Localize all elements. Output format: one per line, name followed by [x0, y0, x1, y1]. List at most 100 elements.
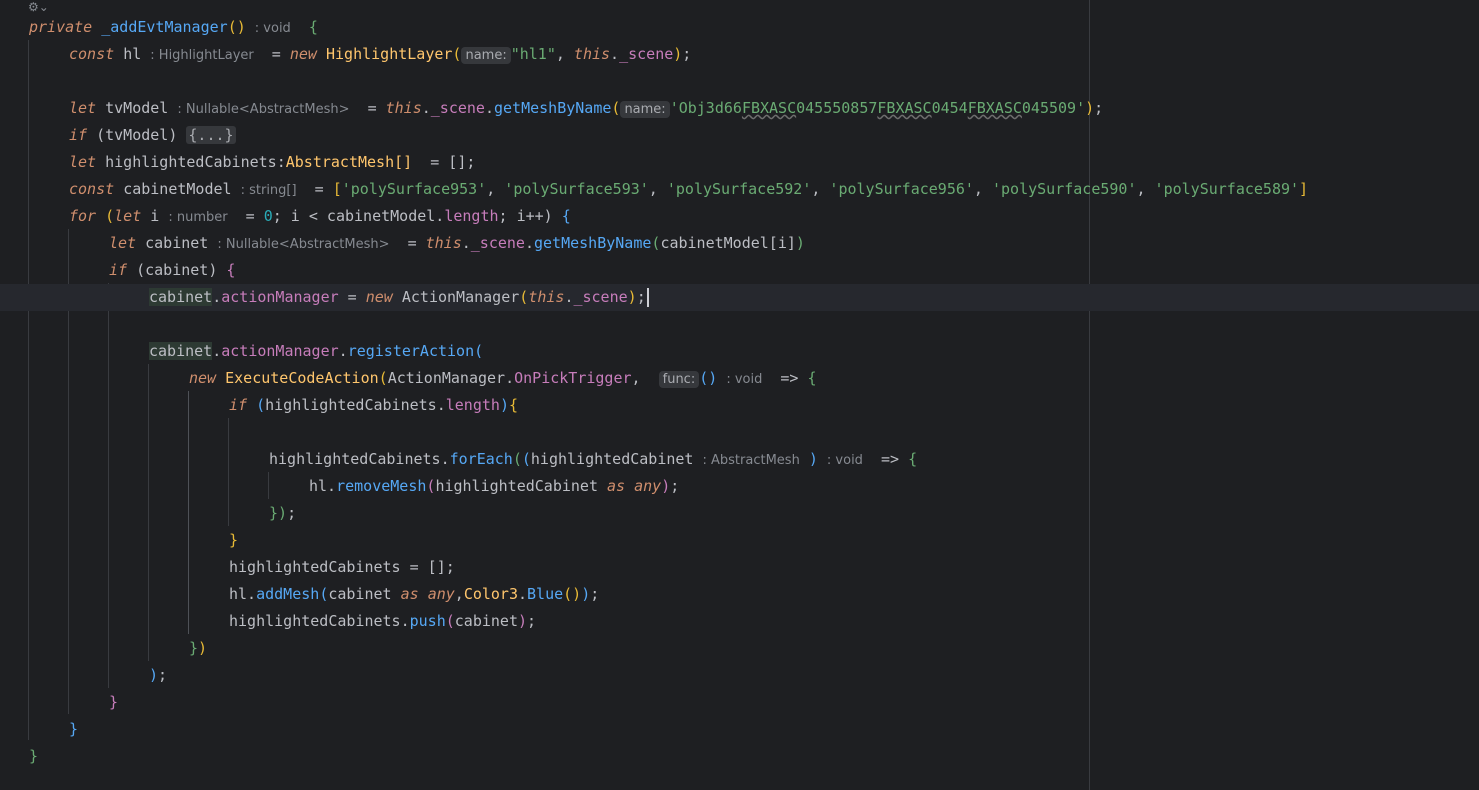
argument: highlightedCabinet: [435, 477, 598, 495]
code-line-27[interactable]: }: [0, 716, 1479, 743]
keyword: this: [528, 288, 565, 306]
code-line-18[interactable]: hl.removeMesh(highlightedCabinet as any)…: [0, 473, 1479, 500]
variable: highlightedCabinets.: [229, 612, 410, 630]
keyword: const: [69, 45, 115, 63]
assignment: = [];: [430, 153, 476, 171]
variable: cabinet: [145, 234, 209, 252]
number: 0: [263, 207, 273, 225]
keyword: any: [427, 585, 455, 603]
folded-block[interactable]: {...}: [186, 126, 236, 144]
paren: (: [378, 369, 388, 387]
code-line-13[interactable]: cabinet.actionManager.registerAction(: [0, 338, 1479, 365]
paren: ): [661, 477, 671, 495]
code-line-17[interactable]: highlightedCabinets.forEach((highlighted…: [0, 446, 1479, 473]
code-line-9[interactable]: let cabinet : Nullable<AbstractMesh> = t…: [0, 230, 1479, 257]
class-name: ActionManager: [401, 288, 520, 306]
function-call: push: [409, 612, 446, 630]
code-line-24[interactable]: }): [0, 635, 1479, 662]
property: length: [445, 396, 500, 414]
code-line-22[interactable]: hl.addMesh(cabinet as any,Color3.Blue())…: [0, 581, 1479, 608]
code-line-10[interactable]: if (cabinet) {: [0, 257, 1479, 284]
string: 'polySurface590': [991, 180, 1137, 198]
class-name: Color3: [463, 585, 518, 603]
text-caret: [646, 288, 649, 307]
argument: ActionManager.: [387, 369, 515, 387]
paren: (: [519, 288, 529, 306]
code-line-15[interactable]: if (highlightedCabinets.length){: [0, 392, 1479, 419]
code-line-6[interactable]: let highlightedCabinets:AbstractMesh[] =…: [0, 149, 1479, 176]
type-hint: : void: [826, 453, 863, 468]
paren: (: [474, 342, 484, 360]
string: 'polySurface592': [666, 180, 812, 198]
brace: {: [508, 396, 518, 414]
code-line-25[interactable]: );: [0, 662, 1479, 689]
keyword: this: [573, 45, 611, 63]
keyword: as: [400, 585, 419, 603]
property: _scene: [470, 234, 525, 252]
code-line-4[interactable]: let tvModel : Nullable<AbstractMesh> = t…: [0, 95, 1479, 122]
paren: ): [627, 288, 637, 306]
brace: {: [807, 369, 817, 387]
code-line-28[interactable]: }: [0, 743, 1479, 770]
property: _scene: [573, 288, 628, 306]
code-line-2[interactable]: const hl : HighlightLayer = new Highligh…: [0, 41, 1479, 68]
brace: }: [229, 531, 239, 549]
function-call: getMeshByName: [494, 99, 612, 117]
brace: }: [29, 747, 39, 765]
code-line-7[interactable]: const cabinetModel : string[] = ['polySu…: [0, 176, 1479, 203]
variable: hl: [123, 45, 142, 63]
keyword: let: [69, 99, 97, 117]
arrow: =>: [780, 369, 799, 387]
type-hint: : number: [168, 210, 228, 225]
code-line-11-current[interactable]: cabinet.actionManager = new ActionManage…: [0, 284, 1479, 311]
brace: }: [189, 639, 199, 657]
variable: tvModel: [105, 99, 169, 117]
class-name: HighlightLayer: [325, 45, 453, 63]
code-line-8[interactable]: for (let i : number = 0; i < cabinetMode…: [0, 203, 1479, 230]
type-hint: : Nullable<AbstractMesh>: [177, 102, 350, 117]
code-line-21[interactable]: highlightedCabinets = [];: [0, 554, 1479, 581]
property: _scene: [430, 99, 485, 117]
type-hint: : Nullable<AbstractMesh>: [217, 237, 390, 252]
code-line-23[interactable]: highlightedCabinets.push(cabinet);: [0, 608, 1479, 635]
code-line-26[interactable]: }: [0, 689, 1479, 716]
keyword: let: [69, 153, 97, 171]
function-call: removeMesh: [336, 477, 427, 495]
variable: highlightedCabinets.: [269, 450, 450, 468]
code-line-19[interactable]: });: [0, 500, 1479, 527]
argument: cabinet: [328, 585, 392, 603]
keyword: if: [229, 396, 248, 414]
string: 'polySurface956': [829, 180, 974, 198]
function-call: getMeshByName: [534, 234, 652, 252]
operator: =: [338, 288, 366, 306]
code-line-5[interactable]: if (tvModel) {...}: [0, 122, 1479, 149]
paren: (): [227, 18, 246, 36]
paren: ): [1085, 99, 1095, 117]
string: 'Obj3d66FBXASC045550857FBXASC0454FBXASC0…: [669, 99, 1086, 117]
keyword: if: [109, 261, 128, 279]
operator: =: [245, 207, 264, 225]
brace: }: [109, 693, 119, 711]
paren: ): [808, 450, 818, 468]
parameter: highlightedCabinet: [530, 450, 694, 468]
code-line-20[interactable]: }: [0, 527, 1479, 554]
keyword: as: [607, 477, 626, 495]
class-name: AbstractMesh[]: [285, 153, 413, 171]
code-editor[interactable]: ⚙⌄ private _addEvtManager() : void { con…: [0, 0, 1479, 790]
variable: highlightedCabinets:: [105, 153, 286, 171]
code-line-1[interactable]: private _addEvtManager() : void {: [0, 14, 1479, 41]
string: "hl1": [510, 45, 556, 63]
brace: {: [226, 261, 236, 279]
paren: (: [445, 612, 455, 630]
loop-condition: ; i < cabinetModel.: [272, 207, 445, 225]
keyword: if: [69, 126, 88, 144]
type-hint: : HighlightLayer: [150, 48, 254, 63]
settings-icon[interactable]: ⚙⌄: [28, 0, 49, 14]
keyword: private: [29, 18, 93, 36]
keyword: new: [289, 45, 317, 63]
variable: hl.: [229, 585, 257, 603]
paren: ): [499, 396, 509, 414]
condition: (cabinet): [136, 261, 218, 279]
code-line-14[interactable]: new ExecuteCodeAction(ActionManager.OnPi…: [0, 365, 1479, 392]
param-hint: func:: [658, 371, 700, 388]
